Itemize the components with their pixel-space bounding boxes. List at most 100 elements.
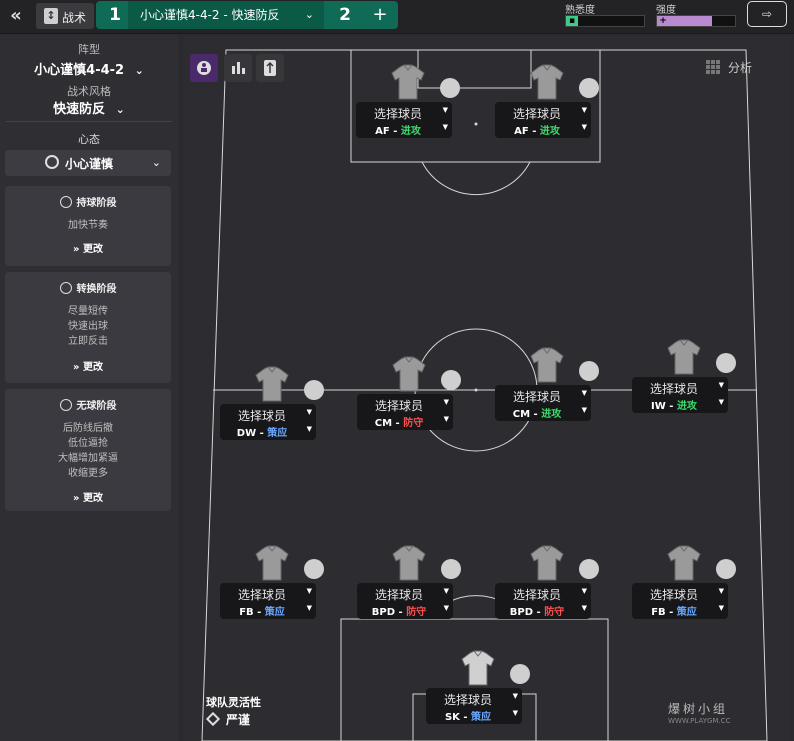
mentality-value: 小心谨慎 — [65, 157, 114, 171]
phase-title: 转换阶段 — [5, 280, 171, 295]
tactic-slot-1[interactable]: 1 — [98, 1, 132, 29]
shirt-icon — [392, 356, 426, 392]
change-button[interactable]: » 更改 — [5, 358, 171, 373]
role-duty-selector[interactable]: BPD - 防守 — [357, 603, 441, 618]
role-duty-selector[interactable]: DW - 策应 — [220, 424, 304, 439]
dropdown-arrow-icon: ▼ — [718, 587, 724, 595]
player-slot[interactable]: 选择球员 FB - 策应 ▼ ▼ — [220, 545, 324, 625]
phase-instruction: 后防线后撤 — [63, 423, 113, 434]
duty-label: 策应 — [264, 607, 285, 618]
player-selector[interactable]: 选择球员 FB - 策应 ▼ ▼ — [632, 583, 728, 619]
shirt-icon — [530, 545, 564, 581]
player-slot[interactable]: 选择球员 DW - 策应 ▼ ▼ — [220, 366, 324, 446]
player-slot[interactable]: 选择球员 BPD - 防守 ▼ ▼ — [357, 545, 461, 625]
change-button[interactable]: » 更改 — [5, 489, 171, 504]
player-condition-dot[interactable] — [441, 559, 461, 579]
player-condition-dot[interactable] — [579, 559, 599, 579]
player-selector[interactable]: 选择球员 BPD - 防守 ▼ ▼ — [357, 583, 453, 619]
tactic-slot-2[interactable]: 2 — [328, 1, 362, 29]
player-condition-dot[interactable] — [716, 559, 736, 579]
select-player-label: 选择球员 — [374, 588, 423, 602]
player-slot[interactable]: 选择球员 FB - 策应 ▼ ▼ — [632, 545, 736, 625]
shirt-icon — [530, 64, 564, 100]
player-condition-dot[interactable] — [510, 664, 530, 684]
tab-tactics[interactable]: ↕ 战术 — [36, 3, 94, 29]
chevron-down-icon: ⌄ — [115, 103, 125, 116]
role-label: FB — [239, 607, 254, 618]
change-button[interactable]: » 更改 — [5, 240, 171, 255]
player-condition-dot[interactable] — [441, 370, 461, 390]
player-slot[interactable]: 选择球员 AF - 进攻 ▼ ▼ — [495, 64, 599, 144]
duty-label: 进攻 — [539, 126, 560, 137]
style-dropdown[interactable]: 快速防反 ⌄ — [0, 98, 178, 117]
formation-dropdown[interactable]: 小心谨慎4-4-2 ⌄ — [0, 59, 178, 78]
intensity-meter[interactable]: + — [656, 15, 736, 27]
select-player-label: 选择球员 — [649, 382, 698, 396]
tactics-pitch: 分析 选择球员 AF - 进攻 ▼ ▼ 选择球员 AF - 进攻 ▼ ▼ 选择球员 DW - 策应… — [184, 36, 790, 741]
tactic-name-dropdown[interactable]: 小心谨慎4-4-2 - 快速防反 ⌄ — [128, 1, 324, 29]
duty-label: 进攻 — [400, 126, 421, 137]
duty-label: 进攻 — [676, 401, 697, 412]
role-duty-selector[interactable]: BPD - 防守 — [495, 603, 579, 618]
select-player-label: 选择球员 — [512, 107, 561, 121]
familiarity-label: 熟悉度 — [565, 5, 595, 16]
exit-button[interactable]: ⇨ — [747, 1, 787, 27]
role-duty-selector[interactable]: CM - 进攻 — [495, 405, 579, 420]
familiarity-meter[interactable]: ▪ — [565, 15, 645, 27]
player-selector[interactable]: 选择球员 SK - 策应 ▼ ▼ — [426, 688, 522, 724]
double-chevron-right-icon: » — [73, 362, 80, 373]
team-fluidity-value[interactable]: 严谨 — [205, 711, 250, 728]
back-button[interactable]: « — [2, 3, 30, 29]
dropdown-arrow-icon: ▼ — [718, 381, 724, 389]
dropdown-arrow-icon: ▼ — [581, 123, 587, 131]
player-condition-dot[interactable] — [440, 78, 460, 98]
dropdown-arrow-icon: ▼ — [442, 123, 448, 131]
instructions-view-button[interactable] — [256, 54, 284, 82]
player-selector[interactable]: 选择球员 CM - 进攻 ▼ ▼ — [495, 385, 591, 421]
select-player-label: 选择球员 — [443, 693, 492, 707]
analysis-label: 分析 — [728, 61, 753, 75]
player-selector[interactable]: 选择球员 AF - 进攻 ▼ ▼ — [495, 102, 591, 138]
player-condition-dot[interactable] — [579, 361, 599, 381]
analysis-button[interactable]: 分析 — [704, 56, 774, 80]
role-duty-selector[interactable]: IW - 进攻 — [632, 397, 716, 412]
select-player-label: 选择球员 — [237, 588, 286, 602]
phase-instruction: 大幅增加紧逼 — [58, 453, 118, 464]
player-slot[interactable]: 选择球员 AF - 进攻 ▼ ▼ — [356, 64, 460, 144]
role-label: AF — [514, 126, 529, 137]
role-duty-selector[interactable]: AF - 进攻 — [356, 122, 440, 137]
player-slot[interactable]: 选择球员 BPD - 防守 ▼ ▼ — [495, 545, 599, 625]
stats-view-button[interactable] — [224, 54, 252, 82]
player-slot[interactable]: 选择球员 CM - 进攻 ▼ ▼ — [495, 347, 599, 427]
player-slot[interactable]: 选择球员 IW - 进攻 ▼ ▼ — [632, 339, 736, 419]
role-duty-selector[interactable]: SK - 策应 — [426, 708, 510, 723]
player-condition-dot[interactable] — [716, 353, 736, 373]
player-selector[interactable]: 选择球员 IW - 进攻 ▼ ▼ — [632, 377, 728, 413]
player-slot[interactable]: 选择球员 CM - 防守 ▼ ▼ — [357, 356, 461, 436]
phase-title: 持球阶段 — [5, 194, 171, 209]
player-selector[interactable]: 选择球员 CM - 防守 ▼ ▼ — [357, 394, 453, 430]
role-duty-selector[interactable]: FB - 策应 — [632, 603, 716, 618]
phase-title-text: 转换阶段 — [76, 284, 117, 295]
role-label: SK — [444, 712, 460, 723]
role-duty-selector[interactable]: AF - 进攻 — [495, 122, 579, 137]
exit-arrow-icon: ⇨ — [761, 7, 773, 21]
player-selector[interactable]: 选择球员 AF - 进攻 ▼ ▼ — [356, 102, 452, 138]
player-slot[interactable]: 选择球员 SK - 策应 ▼ ▼ — [426, 650, 530, 730]
player-selector[interactable]: 选择球员 BPD - 防守 ▼ ▼ — [495, 583, 591, 619]
player-condition-dot[interactable] — [304, 380, 324, 400]
mentality-dropdown[interactable]: 小心谨慎 ⌄ — [5, 150, 171, 176]
role-duty-selector[interactable]: CM - 防守 — [357, 414, 441, 429]
shirt-icon — [391, 64, 425, 100]
role-duty-selector[interactable]: FB - 策应 — [220, 603, 304, 618]
phase-card-out-of-possession: 无球阶段 后防线后撤 低位逼抢 大幅增加紧逼 收缩更多 » 更改 — [5, 389, 171, 511]
phase-title: 无球阶段 — [5, 397, 171, 412]
player-selector[interactable]: 选择球员 DW - 策应 ▼ ▼ — [220, 404, 316, 440]
player-condition-dot[interactable] — [579, 78, 599, 98]
player-condition-dot[interactable] — [304, 559, 324, 579]
double-chevron-right-icon: » — [73, 244, 80, 255]
select-player-label: 选择球员 — [512, 390, 561, 404]
add-tactic-button[interactable]: + — [366, 1, 394, 29]
player-view-button[interactable] — [190, 54, 218, 82]
player-selector[interactable]: 选择球员 FB - 策应 ▼ ▼ — [220, 583, 316, 619]
